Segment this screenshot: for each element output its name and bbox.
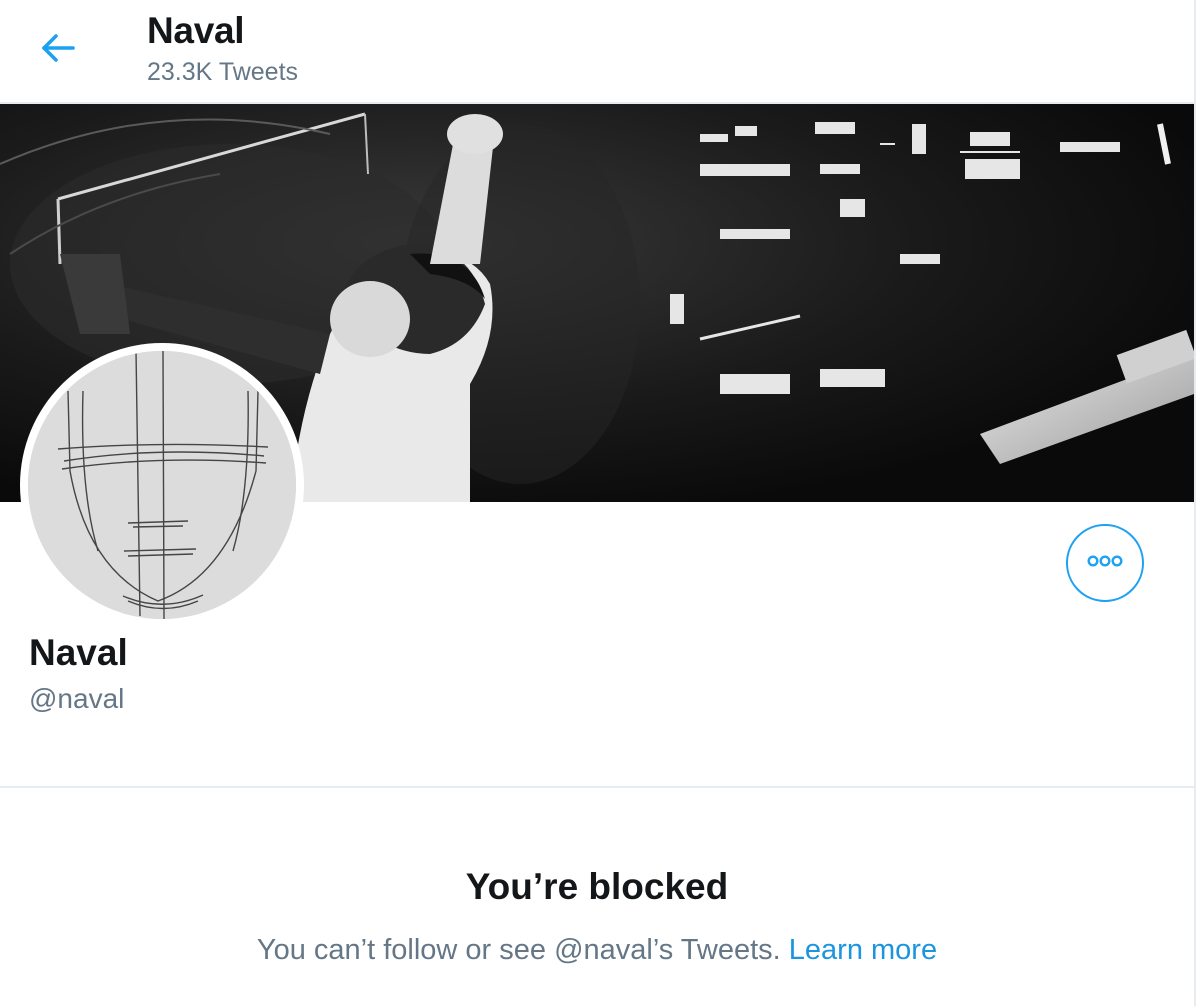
tweet-count: 23.3K Tweets — [147, 58, 299, 86]
sketch-face-avatar-icon — [28, 351, 296, 619]
learn-more-link[interactable]: Learn more — [789, 934, 937, 966]
profile-handle: @naval — [29, 683, 125, 714]
profile-name: Naval — [29, 632, 128, 673]
arrow-left-icon — [39, 32, 77, 69]
blocked-message: You can’t follow or see @naval’s Tweets. — [256, 934, 781, 966]
blocked-title: You’re blocked — [465, 866, 729, 907]
blocked-message-line: You can’t follow or see @naval’s Tweets.… — [0, 934, 1194, 967]
profile-header: Naval 23.3K Tweets — [0, 0, 1194, 104]
section-divider — [0, 786, 1194, 788]
back-button[interactable] — [30, 22, 86, 78]
more-options-icon — [1085, 554, 1125, 573]
more-options-button[interactable] — [1066, 524, 1144, 602]
avatar[interactable] — [20, 343, 304, 627]
header-title: Naval — [147, 10, 245, 51]
profile-page: Naval 23.3K Tweets Naval @naval You’re b… — [0, 0, 1196, 1006]
